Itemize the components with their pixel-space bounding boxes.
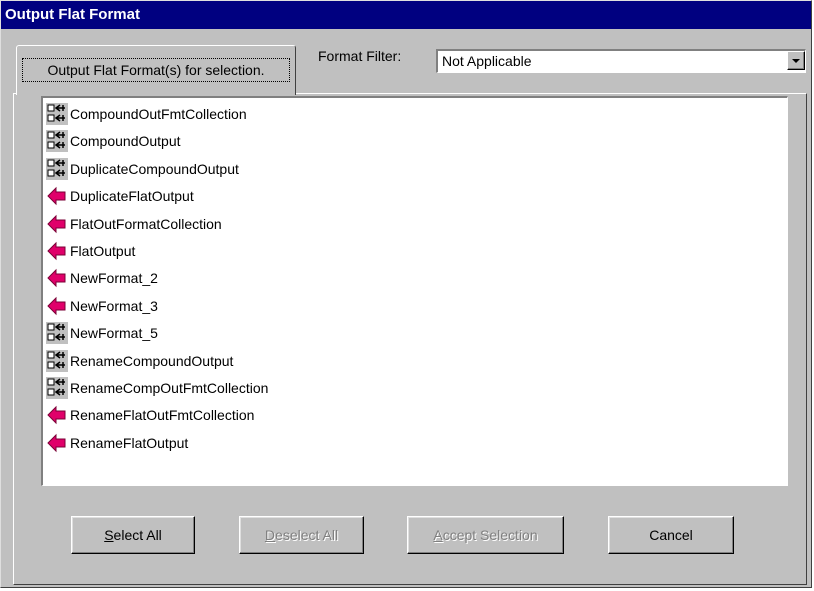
list-item[interactable]: RenameCompoundOutput — [46, 348, 233, 374]
select-all-mnemonic: S — [104, 527, 114, 543]
list-item-label: NewFormat_3 — [70, 297, 158, 314]
flat-output-arrow-icon — [46, 404, 68, 426]
flat-output-arrow-icon — [46, 295, 68, 317]
list-item[interactable]: RenameCompOutFmtCollection — [46, 375, 268, 401]
format-filter-label: Format Filter: — [318, 48, 402, 64]
flat-output-arrow-icon — [46, 213, 68, 235]
flat-output-arrow-icon — [46, 432, 68, 454]
list-item[interactable]: CompoundOutFmtCollection — [46, 101, 247, 127]
select-all-button[interactable]: Select All — [71, 516, 195, 554]
deselect-all-mnemonic: D — [264, 527, 276, 543]
format-listbox[interactable]: CompoundOutFmtCollection CompoundOutput Du… — [41, 96, 788, 486]
list-item[interactable]: RenameFlatOutput — [46, 430, 188, 456]
list-item-label: RenameFlatOutput — [70, 434, 189, 451]
title-bar: Output Flat Format — [1, 1, 811, 29]
accept-selection-mnemonic: A — [433, 527, 443, 543]
list-item-label: NewFormat_2 — [70, 270, 158, 287]
list-item[interactable]: CompoundOutput — [46, 128, 181, 154]
flat-output-arrow-icon — [46, 185, 68, 207]
flat-output-arrow-icon — [46, 267, 68, 289]
list-item-label: CompoundOutFmtCollection — [70, 106, 247, 122]
chevron-down-icon[interactable] — [787, 51, 805, 70]
list-item-label: DuplicateFlatOutput — [70, 188, 194, 205]
accept-selection-button[interactable]: Accept Selection — [407, 516, 564, 554]
list-item-label: RenameFlatOutFmtCollection — [70, 407, 255, 424]
cancel-label: Cancel — [649, 527, 693, 543]
list-item[interactable]: FlatOutput — [46, 238, 135, 264]
list-item-label: FlatOutFormatCollection — [70, 215, 222, 232]
list-item-label: RenameCompOutFmtCollection — [70, 380, 269, 396]
dialog-window: Output Flat Format Output Flat Format(s)… — [0, 0, 812, 588]
list-item-label: CompoundOutput — [70, 133, 181, 150]
compound-format-icon — [46, 322, 68, 345]
compound-format-icon — [46, 130, 68, 153]
compound-format-icon — [46, 349, 68, 372]
list-item[interactable]: NewFormat_5 — [46, 320, 158, 346]
window-title: Output Flat Format — [5, 6, 140, 23]
deselect-all-button[interactable]: Deselect All — [239, 516, 364, 554]
list-item[interactable]: NewFormat_2 — [46, 265, 158, 291]
list-item-label: DuplicateCompoundOutput — [70, 160, 239, 177]
list-item[interactable]: FlatOutFormatCollection — [46, 211, 222, 237]
tab-output-flat-formats[interactable]: Output Flat Format(s) for selection. — [16, 45, 296, 95]
list-item[interactable]: DuplicateCompoundOutput — [46, 156, 239, 182]
cancel-button[interactable]: Cancel — [608, 516, 734, 554]
list-item[interactable]: DuplicateFlatOutput — [46, 183, 194, 209]
list-item-label: FlatOutput — [70, 243, 136, 259]
tab-label: Output Flat Format(s) for selection. — [22, 58, 290, 82]
list-item[interactable]: NewFormat_3 — [46, 293, 158, 319]
list-item-label: NewFormat_5 — [70, 325, 158, 342]
format-filter-dropdown[interactable]: Not Applicable — [436, 49, 806, 73]
list-item-label: RenameCompoundOutput — [70, 352, 234, 369]
format-filter-value: Not Applicable — [442, 53, 532, 69]
compound-format-icon — [46, 157, 68, 180]
deselect-all-label: eselect All — [275, 527, 339, 543]
accept-selection-label: ccept Selection — [442, 527, 538, 543]
compound-format-icon — [46, 103, 68, 125]
select-all-label: elect All — [113, 527, 162, 543]
flat-output-arrow-icon — [46, 240, 68, 262]
list-item[interactable]: RenameFlatOutFmtCollection — [46, 402, 254, 428]
compound-format-icon — [46, 377, 68, 399]
